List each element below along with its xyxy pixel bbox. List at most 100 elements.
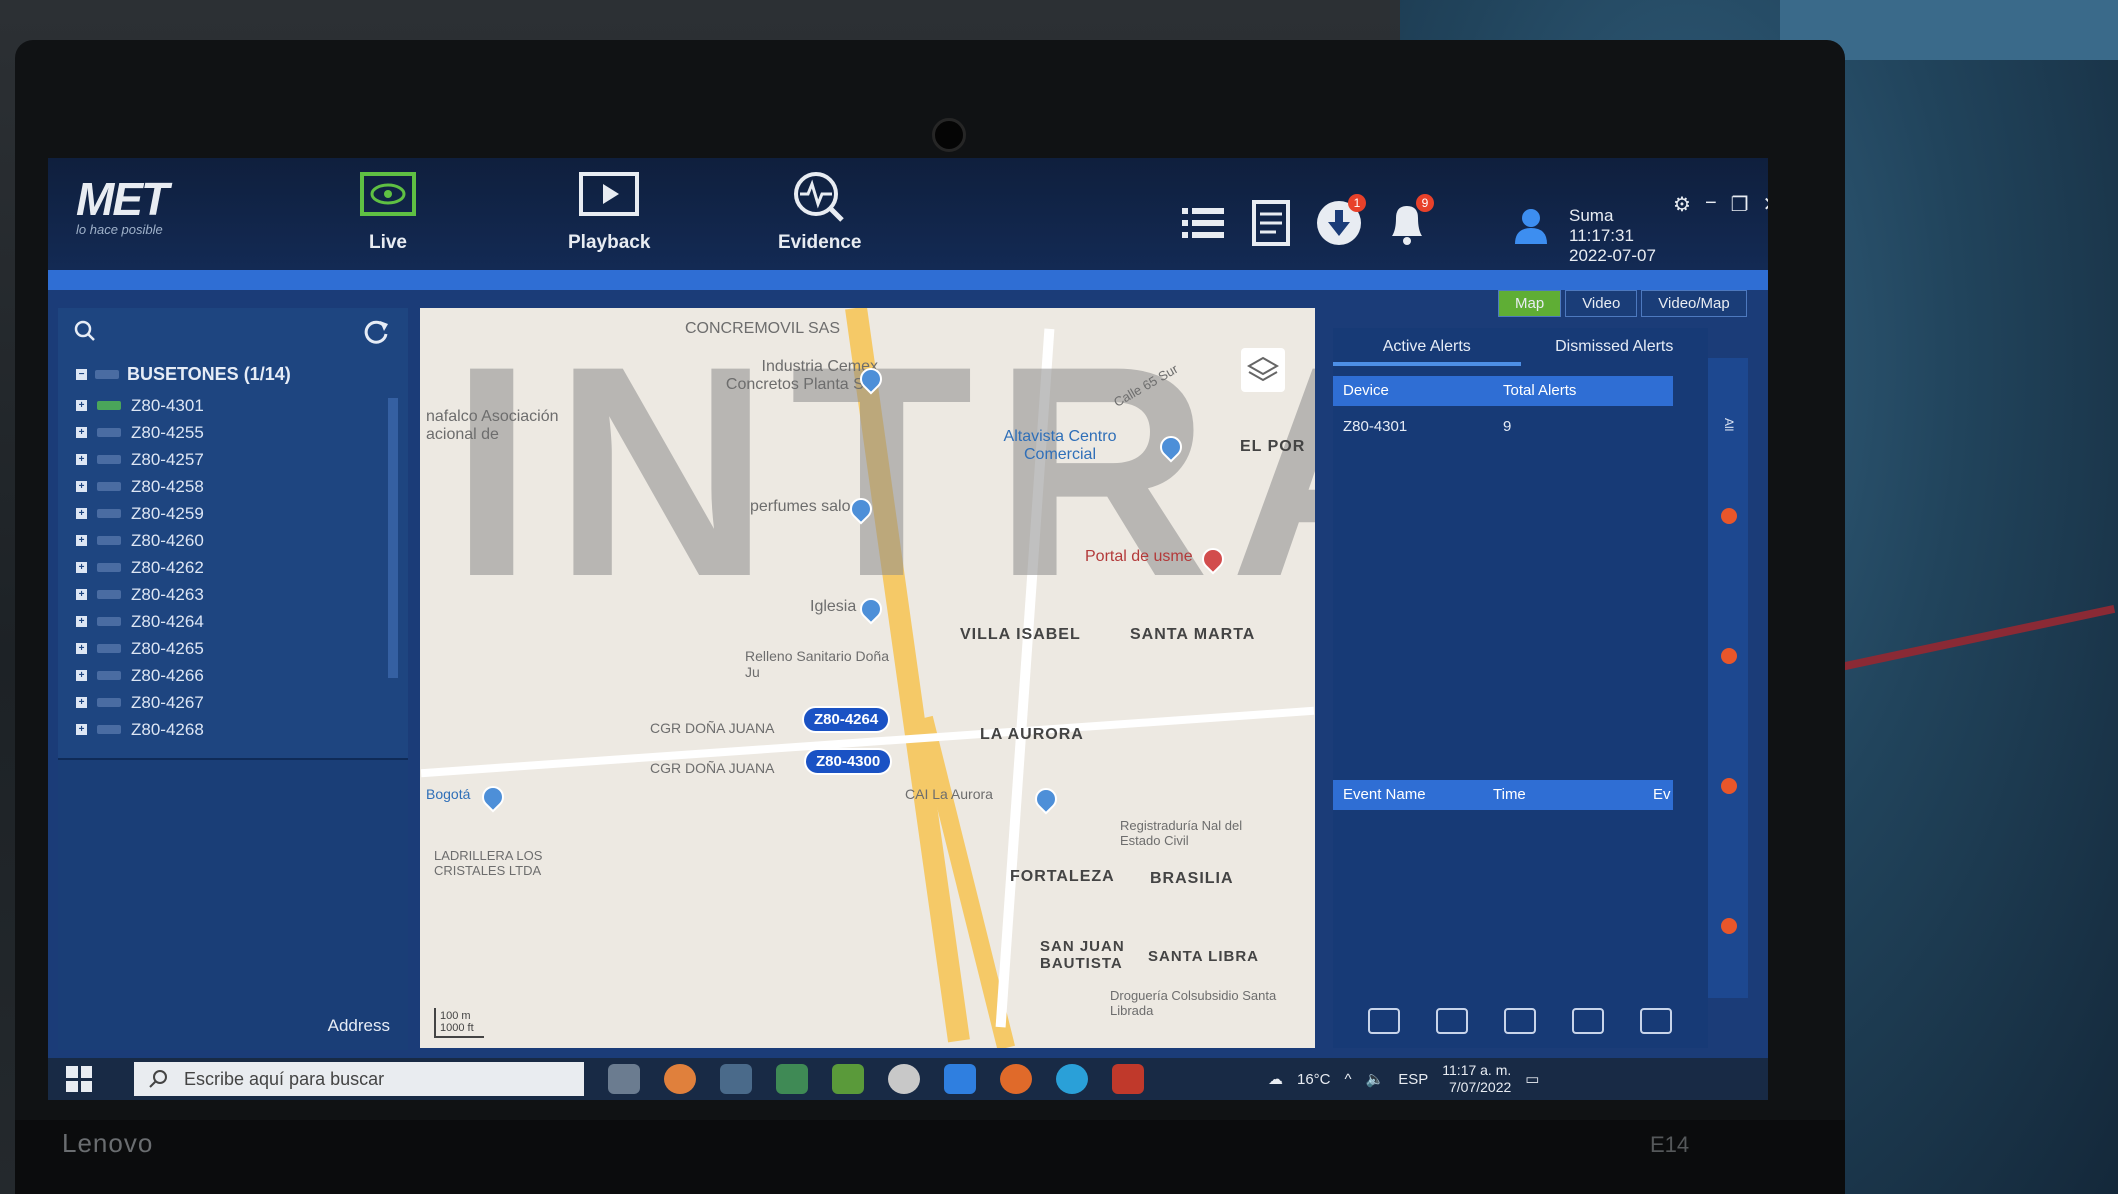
map-label-bogota: Bogotá — [426, 786, 471, 802]
address-button[interactable]: Address — [328, 1016, 390, 1036]
bus-icon — [97, 671, 121, 680]
tree-item-label: Z80-4263 — [131, 584, 204, 604]
expand-icon[interactable]: + — [76, 535, 87, 546]
app-icon[interactable] — [664, 1064, 696, 1094]
report-icon[interactable] — [1246, 198, 1296, 248]
tree-scrollbar[interactable] — [388, 398, 398, 678]
expand-icon[interactable]: + — [76, 454, 87, 465]
volume-icon[interactable]: 🔈 — [1366, 1070, 1385, 1088]
expand-icon[interactable]: + — [76, 643, 87, 654]
evidence-icon — [790, 170, 850, 224]
expand-icon[interactable]: + — [76, 589, 87, 600]
refresh-icon[interactable] — [362, 318, 390, 346]
tab-video-map[interactable]: Video/Map — [1641, 290, 1747, 317]
expand-icon[interactable]: + — [76, 427, 87, 438]
vehicle-marker[interactable]: Z80-4264 — [802, 706, 891, 733]
tree-item-label: Z80-4259 — [131, 503, 204, 523]
taskbar-clock[interactable]: 11:17 a. m. 7/07/2022 — [1442, 1062, 1511, 1096]
evidence-label: Evidence — [778, 232, 862, 253]
layers-icon[interactable] — [1241, 348, 1285, 392]
tab-map[interactable]: Map — [1498, 290, 1562, 317]
app-icon[interactable] — [1112, 1064, 1144, 1094]
tree-item[interactable]: + Z80-4265 — [76, 635, 376, 662]
col-time: Time — [1493, 786, 1526, 803]
expand-icon[interactable]: + — [76, 400, 87, 411]
file-explorer-icon[interactable] — [608, 1064, 640, 1094]
video-icon[interactable] — [1504, 1008, 1536, 1034]
tree-item[interactable]: + Z80-4268 — [76, 716, 376, 743]
tab-video[interactable]: Video — [1565, 290, 1638, 317]
expand-icon[interactable]: + — [76, 562, 87, 573]
collapse-icon[interactable]: − — [76, 369, 87, 380]
tab-dismissed-alerts[interactable]: Dismissed Alerts — [1521, 328, 1709, 366]
tree-item-label: Z80-4265 — [131, 638, 204, 658]
edge-icon[interactable] — [1056, 1064, 1088, 1094]
accent-bar — [48, 270, 1768, 290]
settings-icon[interactable]: ⚙ — [1673, 192, 1691, 217]
firefox-icon[interactable] — [1000, 1064, 1032, 1094]
clock-date: 7/07/2022 — [1448, 1079, 1512, 1095]
taskbar-search-placeholder: Escribe aquí para buscar — [184, 1069, 385, 1089]
playback-button[interactable]: Playback — [568, 170, 650, 254]
audio-icon[interactable] — [1572, 1008, 1604, 1034]
maximize-icon[interactable]: ❐ — [1731, 192, 1749, 217]
download-icon[interactable]: 1 — [1314, 194, 1366, 248]
events-table-header: Event Name Time Ev — [1333, 780, 1673, 810]
tree-item[interactable]: + Z80-4264 — [76, 608, 376, 635]
side-all-label[interactable]: All — [1722, 418, 1736, 431]
locate-icon[interactable] — [1436, 1008, 1468, 1034]
user-avatar-icon[interactable] — [1513, 206, 1549, 266]
handle-alert-icon[interactable] — [1368, 1008, 1400, 1034]
poi-pin-icon[interactable] — [477, 781, 509, 813]
minimize-icon[interactable]: − — [1705, 192, 1717, 217]
language[interactable]: ESP — [1398, 1071, 1428, 1088]
tree-item[interactable]: + Z80-4301 — [76, 392, 376, 419]
tree-item[interactable]: + Z80-4260 — [76, 527, 376, 554]
windows-start-icon[interactable] — [66, 1066, 92, 1092]
tree-item[interactable]: + Z80-4263 — [76, 581, 376, 608]
alerts-tabs: Active Alerts Dismissed Alerts — [1333, 328, 1708, 366]
app-icon[interactable] — [720, 1064, 752, 1094]
scale-metric: 100 m — [440, 1010, 471, 1022]
tree-item[interactable]: + Z80-4257 — [76, 446, 376, 473]
map-view[interactable]: INTRA CONCREMOVIL SAS Industria Cemex Co… — [420, 308, 1315, 1048]
expand-icon[interactable]: + — [76, 724, 87, 735]
alerts-badge: 9 — [1416, 194, 1434, 212]
search-icon[interactable] — [74, 320, 96, 342]
tree-item[interactable]: + Z80-4266 — [76, 662, 376, 689]
expand-icon[interactable]: + — [76, 697, 87, 708]
tree-item[interactable]: + Z80-4259 — [76, 500, 376, 527]
evidence-button[interactable]: Evidence — [778, 170, 861, 254]
live-button[interactable]: Live — [358, 170, 418, 254]
expand-icon[interactable]: + — [76, 616, 87, 627]
taskbar-search[interactable]: Escribe aquí para buscar — [134, 1062, 584, 1096]
bus-icon — [95, 370, 119, 379]
history-icon[interactable] — [1640, 1008, 1672, 1034]
vehicle-marker[interactable]: Z80-4300 — [804, 748, 893, 775]
tab-active-alerts[interactable]: Active Alerts — [1333, 328, 1521, 366]
tree-item[interactable]: + Z80-4255 — [76, 419, 376, 446]
bus-icon — [97, 536, 121, 545]
bell-icon[interactable]: 9 — [1382, 194, 1434, 248]
app-icon[interactable] — [944, 1064, 976, 1094]
app-icon[interactable] — [776, 1064, 808, 1094]
chevron-up-icon[interactable]: ^ — [1345, 1071, 1352, 1088]
tree-item[interactable]: + Z80-4267 — [76, 689, 376, 716]
poi-pin-icon[interactable] — [1030, 783, 1062, 815]
list-icon[interactable] — [1178, 198, 1228, 248]
expand-icon[interactable]: + — [76, 670, 87, 681]
table-row[interactable]: Z80-4301 9 — [1333, 412, 1673, 442]
weather-icon[interactable]: ☁ — [1268, 1070, 1283, 1088]
tree-root-group[interactable]: − BUSETONES (1/14) — [76, 364, 291, 385]
chrome-icon[interactable] — [888, 1064, 920, 1094]
notification-icon[interactable]: ▭ — [1525, 1070, 1539, 1088]
close-icon[interactable]: ✕ — [1763, 192, 1768, 217]
app-icon[interactable] — [832, 1064, 864, 1094]
bus-icon — [97, 509, 121, 518]
expand-icon[interactable]: + — [76, 508, 87, 519]
download-badge: 1 — [1348, 194, 1366, 212]
expand-icon[interactable]: + — [76, 481, 87, 492]
tree-item[interactable]: + Z80-4262 — [76, 554, 376, 581]
tree-item[interactable]: + Z80-4258 — [76, 473, 376, 500]
header-actions: 1 9 — [1178, 194, 1434, 248]
